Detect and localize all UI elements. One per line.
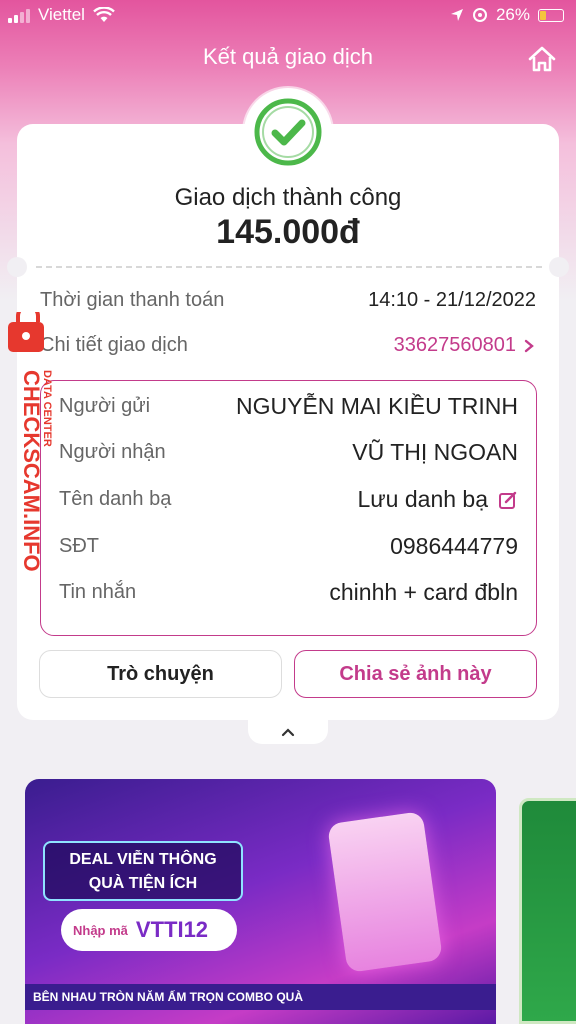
battery-icon <box>538 8 564 22</box>
chevron-right-icon <box>524 339 534 352</box>
page-title: Kết quả giao dịch <box>202 44 374 69</box>
deal-line-1: DEAL VIỄN THÔNG <box>69 851 217 868</box>
contact-name-label: Tên danh bạ <box>59 488 172 510</box>
divider <box>36 266 542 268</box>
status-bar: Viettel 26% <box>0 0 576 30</box>
phone-illustration <box>327 811 443 973</box>
signal-icon <box>8 7 30 23</box>
save-contact-text: Lưu danh bạ <box>357 486 488 512</box>
sender-value: NGUYỄN MAI KIỀU TRINH <box>236 393 518 419</box>
card-notch-right <box>549 257 569 277</box>
promo-banner[interactable]: DEAL VIỄN THÔNG QUÀ TIỆN ÍCH Nhập mã VTT… <box>25 779 496 1024</box>
save-contact-link[interactable]: Lưu danh bạ <box>357 486 518 513</box>
transaction-id: 33627560801 <box>393 334 516 356</box>
message-value: chinhh + card đbln <box>329 579 518 605</box>
watermark-subtext: DATA CENTER <box>41 370 53 447</box>
chat-button[interactable]: Trò chuyện <box>39 650 282 698</box>
wifi-icon <box>93 7 115 22</box>
payment-time-label: Thời gian thanh toán <box>40 289 225 311</box>
deal-line-2: QUÀ TIỆN ÍCH <box>88 875 198 892</box>
watermark-text: CHECKSCAM.INFO <box>19 370 44 572</box>
card-notch-left <box>7 257 27 277</box>
transaction-id-link[interactable]: 33627560801 <box>394 334 534 357</box>
transaction-status: Giao dịch thành công <box>174 184 402 211</box>
edit-icon <box>499 491 517 509</box>
sender-label: Người gửi <box>59 395 151 417</box>
promo-code: VTTI12 <box>135 917 209 942</box>
carrier-label: Viettel <box>38 5 85 24</box>
deal-badge: DEAL VIỄN THÔNG QUÀ TIỆN ÍCH <box>43 841 243 901</box>
transaction-amount: 145.000đ <box>216 213 360 251</box>
phone-label: SĐT <box>59 535 99 557</box>
promo-prefix: Nhập mã <box>73 922 128 938</box>
home-icon[interactable] <box>526 44 558 74</box>
promo-banner-secondary[interactable] <box>519 798 576 1024</box>
collapse-tab[interactable] <box>248 720 328 744</box>
checkscam-watermark: CHECKSCAM.INFO DATA CENTER <box>8 312 53 572</box>
message-label: Tin nhắn <box>59 581 137 603</box>
success-badge <box>244 88 332 176</box>
battery-percent: 26% <box>495 5 530 24</box>
share-image-button[interactable]: Chia sẻ ảnh này <box>294 650 537 698</box>
banner-footer: BÊN NHAU TRÒN NĂM ẤM TRỌN COMBO QUÀ <box>25 984 496 1010</box>
check-circle-icon <box>254 98 322 166</box>
promo-code-pill: Nhập mã VTTI12 <box>61 909 237 951</box>
payment-time-value: 14:10 - 21/12/2022 <box>368 289 536 311</box>
location-icon <box>450 9 463 21</box>
phone-value: 0986444779 <box>390 533 518 559</box>
receiver-label: Người nhận <box>59 441 166 463</box>
alarm-icon <box>472 8 487 22</box>
chevron-up-icon <box>281 728 295 737</box>
transaction-detail-label: Chi tiết giao dịch <box>40 334 188 356</box>
receiver-value: VŨ THỊ NGOAN <box>352 439 518 465</box>
recipient-info-box: Người gửi NGUYỄN MAI KIỀU TRINH Người nh… <box>40 380 537 636</box>
